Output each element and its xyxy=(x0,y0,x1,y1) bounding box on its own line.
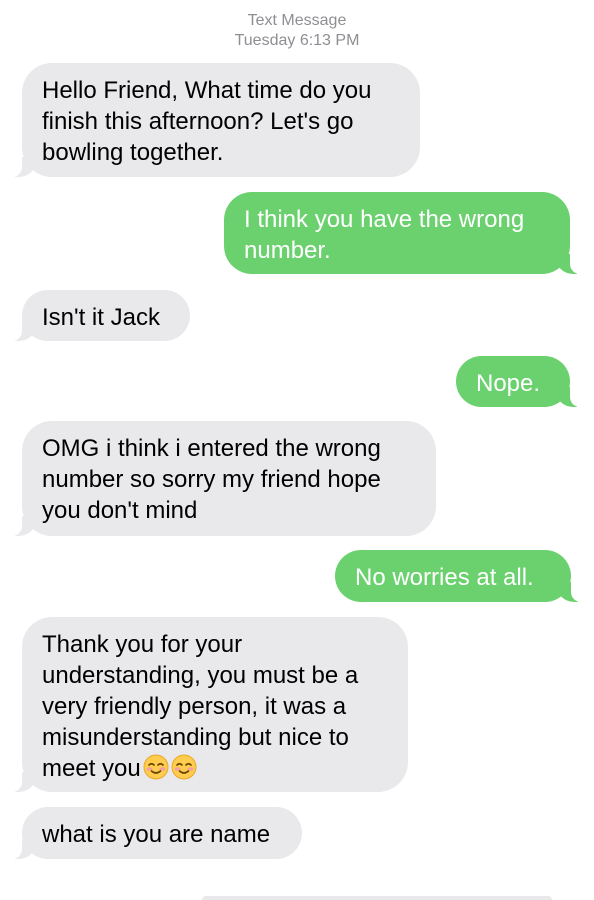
message-text: what is you are name xyxy=(42,821,271,848)
outgoing-message-bubble[interactable]: I think you have the wrong number. xyxy=(224,192,582,274)
message-text: No worries at all. xyxy=(355,564,534,591)
timestamp-label: Tuesday 6:13 PM xyxy=(234,32,360,49)
message-text: OMG i think i entered the wrong number s… xyxy=(42,435,381,524)
incoming-message-bubble[interactable]: what is you are name xyxy=(10,807,302,859)
incoming-message-bubble[interactable]: OMG i think i entered the wrong number s… xyxy=(10,421,436,536)
incoming-message-bubble[interactable]: Thank you for your understanding, you mu… xyxy=(10,617,408,792)
message-text: Thank you for your understanding, you mu… xyxy=(42,631,359,782)
outgoing-message-bubble[interactable]: No worries at all. xyxy=(335,550,583,602)
outgoing-message-bubble[interactable]: Nope. xyxy=(456,356,582,407)
conversation-header: Text Message Tuesday 6:13 PM xyxy=(0,11,594,51)
message-text: Hello Friend, What time do you finish th… xyxy=(42,77,372,166)
incoming-message-bubble[interactable]: Isn't it Jack xyxy=(10,290,190,341)
smiling-face-icon xyxy=(143,754,169,780)
smiling-face-icon xyxy=(171,754,197,780)
message-text: I think you have the wrong number. xyxy=(244,206,525,264)
message-text: Isn't it Jack xyxy=(42,304,160,331)
message-text: Nope. xyxy=(476,370,541,397)
service-label: Text Message xyxy=(247,12,347,29)
incoming-message-bubble[interactable]: Hello Friend, What time do you finish th… xyxy=(10,63,420,177)
partial-message-bubble xyxy=(202,896,552,900)
